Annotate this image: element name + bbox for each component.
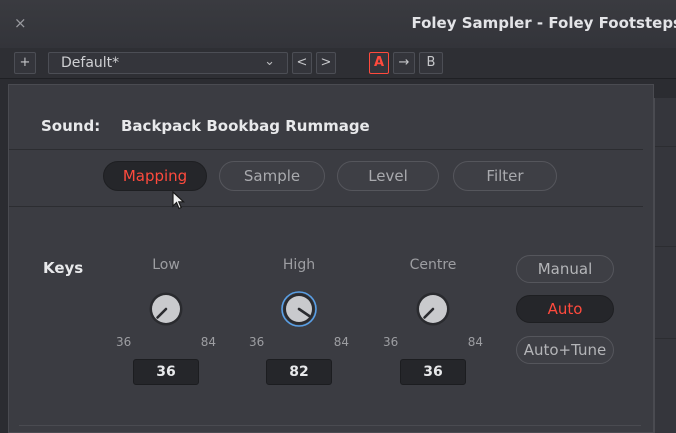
auto-mode-button[interactable]: Auto	[516, 295, 614, 323]
sound-name: Backpack Bookbag Rummage	[121, 117, 370, 135]
manual-mode-button[interactable]: Manual	[516, 255, 614, 283]
auto-tune-mode-button[interactable]: Auto+Tune	[516, 336, 614, 364]
centre-key-value-field[interactable]: 36	[400, 359, 466, 385]
tab-sample[interactable]: Sample	[219, 161, 325, 191]
keys-label: Keys	[43, 259, 84, 277]
title-bar: × Foley Sampler - Foley Footsteps	[0, 0, 676, 49]
tab-level[interactable]: Level	[337, 161, 439, 191]
knob-high-title: High	[282, 257, 316, 273]
divider	[19, 425, 641, 426]
knob-centre-title: Centre	[409, 257, 457, 273]
tab-filter[interactable]: Filter	[453, 161, 557, 191]
knob-centre-max: 84	[467, 335, 483, 349]
window-title: Foley Sampler - Foley Footsteps	[411, 14, 676, 32]
tab-bar: Mapping Sample Level Filter	[9, 149, 643, 207]
ab-a-button[interactable]: A	[369, 52, 389, 74]
knob-low-min: 36	[116, 335, 132, 349]
tab-mapping[interactable]: Mapping	[103, 161, 207, 191]
add-preset-button[interactable]: +	[14, 52, 36, 74]
knob-low-max: 84	[200, 335, 216, 349]
chevron-down-icon: ⌄	[264, 54, 275, 69]
close-icon[interactable]: ×	[14, 14, 27, 32]
knob-centre-group: Centre 36 84 36	[383, 253, 483, 393]
high-key-value-field[interactable]: 82	[266, 359, 332, 385]
preset-toolbar: + Default* ⌄ < > A → B	[0, 48, 676, 79]
low-key-knob[interactable]	[148, 291, 184, 327]
high-key-knob[interactable]	[281, 291, 317, 327]
previous-preset-button[interactable]: <	[292, 52, 312, 74]
knob-low-title: Low	[152, 257, 180, 273]
ab-b-button[interactable]: B	[419, 52, 443, 74]
next-preset-button[interactable]: >	[316, 52, 336, 74]
preset-dropdown[interactable]: Default* ⌄	[48, 52, 288, 74]
knob-high-min: 36	[249, 335, 265, 349]
foley-sampler-panel: Sound: Backpack Bookbag Rummage Mapping …	[8, 84, 654, 433]
knob-low-group: Low 36 84 36	[116, 253, 216, 393]
low-key-value-field[interactable]: 36	[133, 359, 199, 385]
adjacent-panel	[654, 98, 676, 433]
sound-row: Sound: Backpack Bookbag Rummage	[9, 85, 643, 150]
knob-high-group: High 36 84 82	[249, 253, 349, 393]
mouse-pointer-icon	[172, 191, 186, 210]
knob-centre-min: 36	[383, 335, 399, 349]
centre-key-knob[interactable]	[415, 291, 451, 327]
ab-copy-button[interactable]: →	[393, 52, 415, 74]
sound-label: Sound:	[41, 117, 101, 135]
knob-high-max: 84	[333, 335, 349, 349]
preset-name: Default*	[61, 55, 120, 71]
